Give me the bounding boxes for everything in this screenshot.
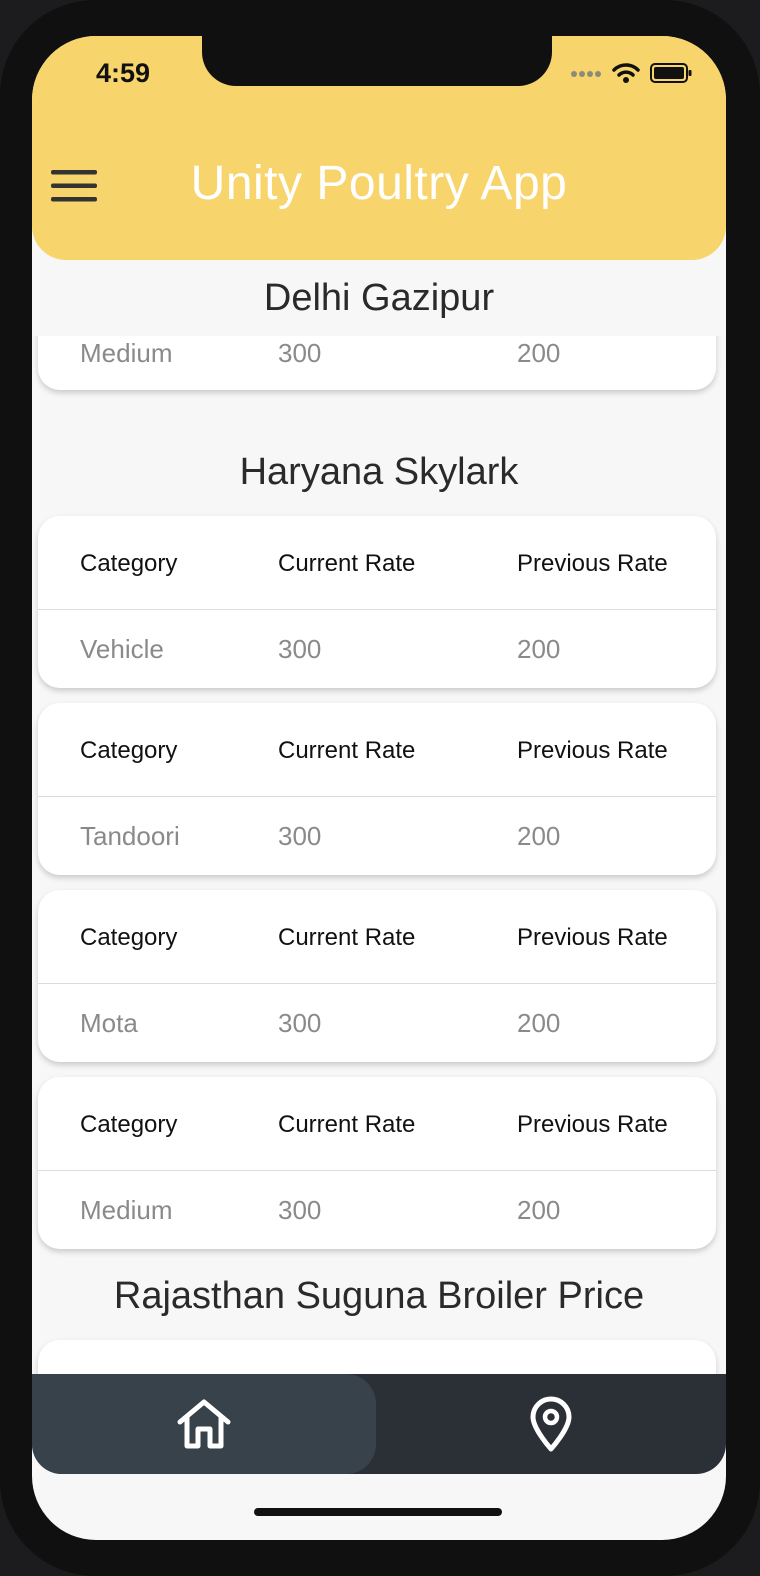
header-current-rate: Current Rate (278, 924, 416, 951)
header-previous-rate: Previous Rate (517, 737, 668, 764)
category-cell: Vehicle (80, 634, 164, 664)
status-time: 4:59 (96, 58, 151, 88)
home-icon (177, 1399, 231, 1449)
rate-card: Category Current Rate Previous Rate Mota… (38, 890, 716, 1062)
rate-card: Category Current Rate Previous Rate Tand… (38, 703, 716, 875)
header-current-rate: Current Rate (278, 1111, 416, 1138)
section-title: Rajasthan Suguna Broiler Price (113, 1275, 645, 1317)
rate-card: Category Current Rate Previous Rate Vehi… (38, 516, 716, 688)
battery-icon (650, 63, 692, 83)
current-rate-cell: 300 (278, 634, 322, 664)
notch (202, 36, 552, 86)
previous-rate-cell: 200 (517, 821, 561, 851)
divider (38, 1170, 716, 1171)
category-cell: Tandoori (80, 821, 180, 851)
signal-icon (571, 71, 601, 77)
app-title: Unity Poultry App (190, 157, 568, 210)
header-category: Category (80, 550, 178, 577)
previous-rate-cell: 200 (517, 634, 561, 664)
previous-rate-cell: 200 (517, 338, 561, 368)
device-frame: 4:59 Unity Poultry App Medium 300 200 De… (0, 0, 760, 1576)
current-rate-cell: 300 (278, 1195, 322, 1225)
header-category: Category (80, 1111, 178, 1138)
divider (38, 983, 716, 984)
header-previous-rate: Previous Rate (517, 1111, 668, 1138)
category-cell: Mota (80, 1008, 138, 1038)
header-previous-rate: Previous Rate (517, 550, 668, 577)
header-previous-rate: Previous Rate (517, 924, 668, 951)
current-rate-cell: 300 (278, 1008, 322, 1038)
nav-home-tab[interactable] (32, 1374, 376, 1474)
rate-card: Category Current Rate Previous Rate Medi… (38, 1077, 716, 1249)
current-rate-cell: 300 (278, 338, 322, 368)
current-rate-cell: 300 (278, 821, 322, 851)
previous-rate-cell: 200 (517, 1008, 561, 1038)
screen: 4:59 Unity Poultry App Medium 300 200 De… (32, 36, 726, 1540)
nav-location-tab[interactable] (376, 1374, 726, 1474)
price-list[interactable]: Medium 300 200 Delhi Gazipur Haryana Sky… (32, 260, 726, 1410)
header-category: Category (80, 924, 178, 951)
divider (38, 796, 716, 797)
status-icons (570, 62, 692, 84)
section-title: Haryana Skylark (239, 451, 519, 493)
category-cell: Medium (80, 338, 173, 368)
bottom-nav (32, 1374, 726, 1474)
header-current-rate: Current Rate (278, 737, 416, 764)
header-current-rate: Current Rate (278, 550, 416, 577)
section-title: Delhi Gazipur (32, 260, 726, 336)
category-cell: Medium (80, 1195, 173, 1225)
previous-rate-cell: 200 (517, 1195, 561, 1225)
home-indicator (254, 1508, 502, 1516)
divider (38, 609, 716, 610)
header-category: Category (80, 737, 178, 764)
wifi-icon (612, 63, 640, 83)
location-pin-icon (530, 1396, 572, 1452)
